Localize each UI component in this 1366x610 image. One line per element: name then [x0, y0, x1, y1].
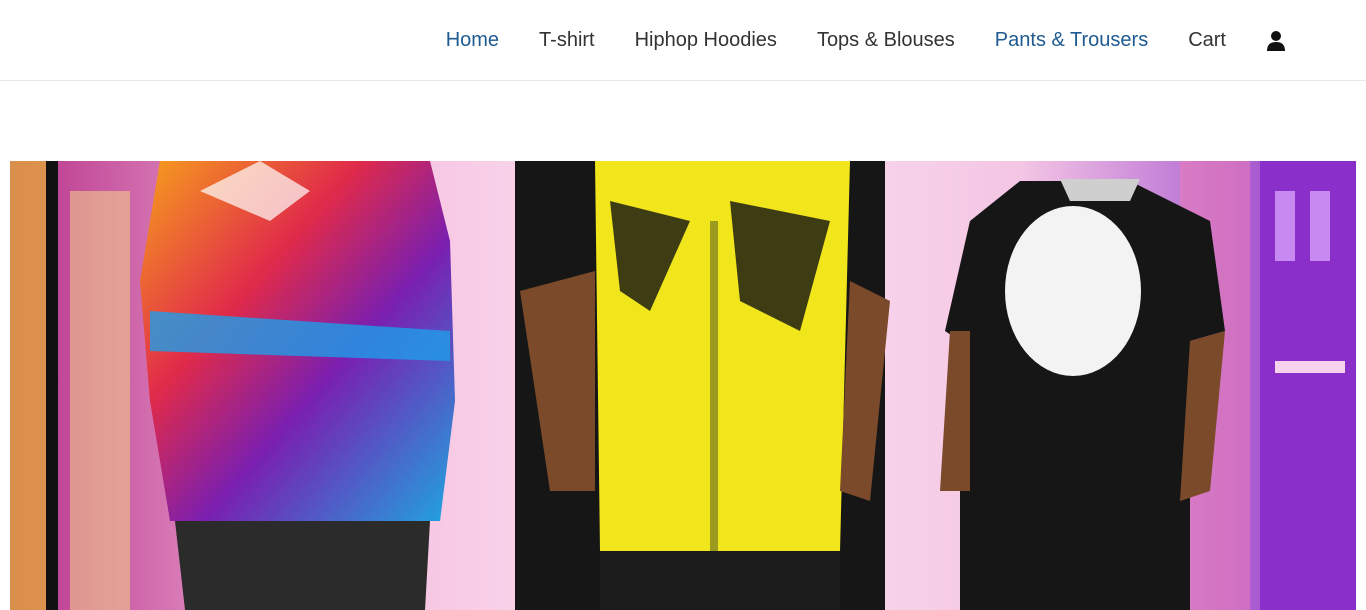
- nav-pants-trousers[interactable]: Pants & Trousers: [995, 29, 1148, 52]
- nav-hiphop-hoodies[interactable]: Hiphop Hoodies: [635, 29, 777, 52]
- nav-home[interactable]: Home: [446, 29, 499, 52]
- nav-tops-blouses[interactable]: Tops & Blouses: [817, 29, 955, 52]
- site-header: Home T-shirt Hiphop Hoodies Tops & Blous…: [0, 0, 1366, 81]
- nav-t-shirt[interactable]: T-shirt: [539, 29, 595, 52]
- main-nav: Home T-shirt Hiphop Hoodies Tops & Blous…: [446, 0, 1286, 81]
- nav-cart[interactable]: Cart: [1188, 29, 1226, 52]
- hero-banner-image: [10, 161, 1356, 610]
- user-icon[interactable]: [1266, 30, 1286, 52]
